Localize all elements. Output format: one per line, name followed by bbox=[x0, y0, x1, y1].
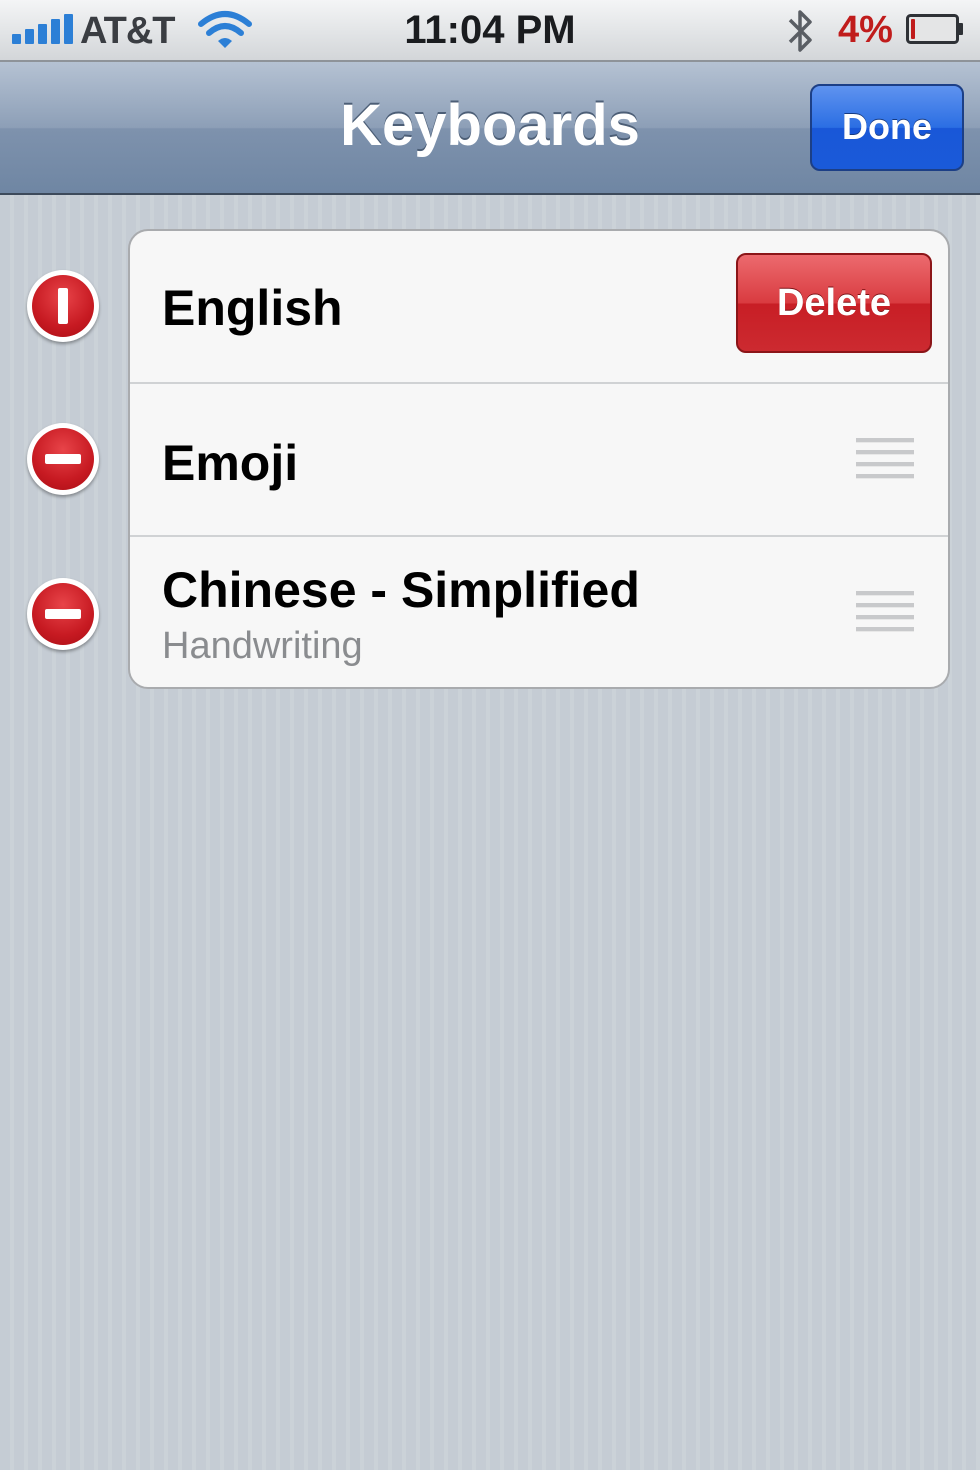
minus-icon bbox=[32, 583, 94, 645]
keyboard-subtitle: Handwriting bbox=[162, 625, 363, 667]
reorder-grip-icon[interactable] bbox=[856, 591, 914, 639]
keyboard-name: Chinese - Simplified bbox=[162, 562, 640, 618]
clock: 11:04 PM bbox=[404, 8, 576, 52]
bluetooth-icon bbox=[788, 10, 812, 52]
keyboards-list: English Delete Emoji Chinese - Simplifie… bbox=[128, 229, 950, 689]
battery-percent: 4% bbox=[838, 9, 893, 51]
rotated-minus-icon bbox=[32, 275, 94, 337]
status-bar: AT&T 11:04 PM 4% bbox=[0, 0, 980, 62]
done-button[interactable]: Done bbox=[810, 84, 964, 171]
list-item[interactable]: Emoji bbox=[130, 382, 948, 537]
delete-button[interactable]: Delete bbox=[736, 253, 932, 353]
minus-icon bbox=[32, 428, 94, 490]
reorder-grip-icon[interactable] bbox=[856, 438, 914, 486]
delete-toggle-emoji[interactable] bbox=[27, 423, 99, 495]
battery-icon bbox=[906, 14, 963, 44]
keyboard-name: English bbox=[162, 280, 343, 336]
list-item[interactable]: Chinese - Simplified Handwriting bbox=[130, 535, 948, 687]
keyboard-name: Emoji bbox=[162, 435, 299, 491]
delete-toggle-chinese-simplified[interactable] bbox=[27, 578, 99, 650]
list-item[interactable]: English Delete bbox=[130, 231, 948, 384]
navigation-bar: Keyboards Done bbox=[0, 62, 980, 195]
delete-toggle-english[interactable] bbox=[27, 270, 99, 342]
